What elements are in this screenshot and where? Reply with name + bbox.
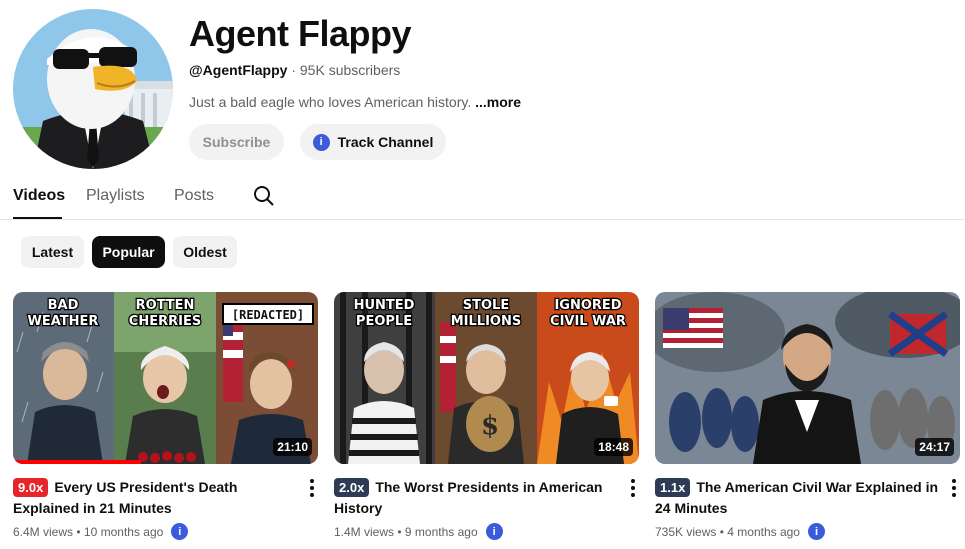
info-icon: i [312, 133, 330, 151]
thumb-label: MILLIONS [451, 314, 521, 329]
channel-description[interactable]: Just a bald eagle who loves American his… [189, 94, 521, 110]
thumb-label: CHERRIES [129, 314, 201, 329]
upload-age: 9 months ago [404, 524, 478, 539]
chip-oldest[interactable]: Oldest [173, 236, 237, 268]
meta-bullet: • [719, 524, 724, 539]
upload-age: 4 months ago [727, 524, 800, 539]
meta-separator: · [291, 62, 296, 78]
thumb-label: IGNORED [554, 298, 621, 313]
video-thumbnail[interactable]: 24:17 [655, 292, 960, 464]
thumb-label: BAD [48, 298, 79, 313]
video-title[interactable]: 1.1x The American Civil War Explained in … [655, 477, 940, 519]
channel-meta: @AgentFlappy · 95K subscribers [189, 62, 400, 78]
view-count: 6.4M views [13, 524, 74, 539]
thumb-label: [REDACTED] [232, 308, 304, 322]
thumb-label: HUNTED [354, 298, 415, 313]
svg-text:$: $ [481, 411, 499, 441]
channel-tabs: Videos Playlists Posts [0, 180, 965, 220]
info-icon[interactable]: i [807, 523, 825, 540]
more-actions-icon[interactable] [630, 479, 636, 497]
channel-name: Agent Flappy [189, 13, 412, 54]
tab-playlists[interactable]: Playlists [86, 187, 145, 205]
channel-handle: @AgentFlappy [189, 62, 288, 78]
performance-multiplier-badge: 2.0x [334, 478, 370, 497]
more-link[interactable]: ...more [475, 94, 521, 110]
subscribe-button[interactable]: Subscribe [189, 124, 284, 160]
video-card[interactable]: 24:17 1.1x The American Civil War Explain… [655, 292, 960, 547]
meta-bullet: • [397, 524, 402, 539]
video-card[interactable]: BAD WEATHER ROTTEN CHERRIES [REDACTED] 2… [13, 292, 318, 547]
thumb-label: ROTTEN [136, 298, 195, 313]
video-title[interactable]: 2.0x The Worst Presidents in American His… [334, 477, 619, 519]
tab-posts[interactable]: Posts [174, 187, 214, 205]
video-title-text: The Worst Presidents in American History [334, 479, 603, 516]
thumb-label: CIVIL WAR [550, 314, 626, 329]
view-count: 1.4M views [334, 524, 395, 539]
chip-popular[interactable]: Popular [92, 236, 165, 268]
track-channel-button[interactable]: i Track Channel [300, 124, 446, 160]
performance-multiplier-badge: 9.0x [13, 478, 49, 497]
info-icon[interactable]: i [485, 523, 503, 540]
video-thumbnail[interactable]: $ HUNTED PEOPLE STOLE MILLIONS IGNORED C… [334, 292, 639, 464]
thumb-label: PEOPLE [356, 314, 412, 329]
thumb-label: WEATHER [28, 314, 99, 329]
active-tab-underline [13, 217, 62, 219]
video-meta: 735K views • 4 months ago i [655, 523, 825, 540]
more-actions-icon[interactable] [309, 479, 315, 497]
thumb-label: STOLE [463, 298, 509, 313]
video-duration: 18:48 [594, 438, 633, 456]
channel-avatar[interactable] [13, 9, 173, 169]
meta-bullet: • [76, 524, 81, 539]
watch-progress-bar [13, 460, 142, 464]
video-meta: 6.4M views • 10 months ago i [13, 523, 189, 540]
video-title[interactable]: 9.0x Every US President's Death Explained… [13, 477, 298, 519]
video-duration: 24:17 [915, 438, 954, 456]
video-duration: 21:10 [273, 438, 312, 456]
subscriber-count: 95K subscribers [299, 62, 401, 78]
description-text: Just a bald eagle who loves American his… [189, 94, 472, 110]
performance-multiplier-badge: 1.1x [655, 478, 691, 497]
tab-videos[interactable]: Videos [13, 187, 65, 205]
track-channel-label: Track Channel [337, 134, 434, 150]
video-title-text: The American Civil War Explained in 24 M… [655, 479, 939, 516]
search-icon[interactable] [252, 184, 276, 208]
upload-age: 10 months ago [83, 524, 164, 539]
view-count: 735K views [655, 524, 717, 539]
video-thumbnail[interactable]: BAD WEATHER ROTTEN CHERRIES [REDACTED] 2… [13, 292, 318, 464]
video-meta: 1.4M views • 9 months ago i [334, 523, 503, 540]
info-icon[interactable]: i [171, 523, 189, 540]
chip-latest[interactable]: Latest [21, 236, 84, 268]
more-actions-icon[interactable] [951, 479, 957, 497]
video-card[interactable]: $ HUNTED PEOPLE STOLE MILLIONS IGNORED C… [334, 292, 639, 547]
